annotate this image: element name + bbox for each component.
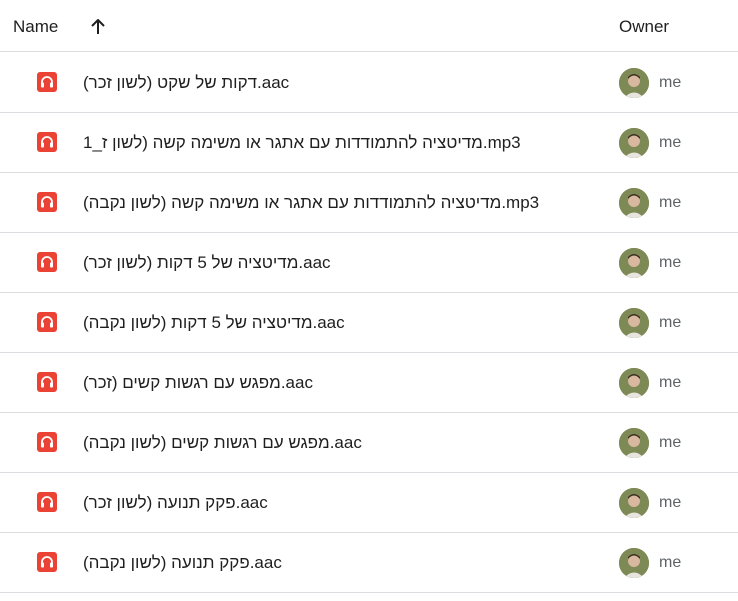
headphones-icon bbox=[37, 252, 57, 272]
headphones-icon bbox=[37, 192, 57, 212]
file-row[interactable]: מפגש עם רגשות קשים (לשון נקבה).aac me bbox=[0, 413, 738, 473]
avatar bbox=[619, 548, 649, 578]
file-name[interactable]: מדיטציה של 5 דקות (לשון זכר).aac bbox=[83, 252, 331, 274]
file-row[interactable]: מפגש עם רגשות קשים (זכר).aac me bbox=[0, 353, 738, 413]
file-name[interactable]: מדיטציה להתמודדות עם אתגר או משימה קשה (… bbox=[83, 132, 521, 154]
headphones-icon bbox=[37, 432, 57, 452]
file-row[interactable]: פקק תנועה (לשון נקבה).aac me bbox=[0, 533, 738, 593]
arrow-up-icon[interactable] bbox=[87, 16, 109, 38]
file-name[interactable]: מדיטציה של 5 דקות (לשון נקבה).aac bbox=[83, 312, 345, 334]
owner-label: me bbox=[659, 74, 682, 91]
file-row[interactable]: דקות של שקט (לשון זכר).aac me bbox=[0, 53, 738, 113]
headphones-icon bbox=[37, 312, 57, 332]
file-row[interactable]: פקק תנועה (לשון זכר).aac me bbox=[0, 473, 738, 533]
avatar bbox=[619, 68, 649, 98]
file-name[interactable]: מפגש עם רגשות קשים (לשון נקבה).aac bbox=[83, 432, 362, 454]
avatar bbox=[619, 248, 649, 278]
avatar bbox=[619, 428, 649, 458]
headphones-icon bbox=[37, 132, 57, 152]
avatar bbox=[619, 368, 649, 398]
file-row[interactable]: מדיטציה של 5 דקות (לשון נקבה).aac me bbox=[0, 293, 738, 353]
owner-label: me bbox=[659, 254, 682, 271]
file-name[interactable]: מדיטציה להתמודדות עם אתגר או משימה קשה (… bbox=[83, 192, 539, 214]
file-name[interactable]: פקק תנועה (לשון נקבה).aac bbox=[83, 552, 282, 574]
column-header-name[interactable]: Name bbox=[13, 17, 58, 37]
avatar bbox=[619, 128, 649, 158]
headphones-icon bbox=[37, 72, 57, 92]
owner-label: me bbox=[659, 434, 682, 451]
owner-label: me bbox=[659, 494, 682, 511]
file-row[interactable]: מדיטציה של 5 דקות (לשון זכר).aac me bbox=[0, 233, 738, 293]
headphones-icon bbox=[37, 372, 57, 392]
avatar bbox=[619, 488, 649, 518]
column-header-owner[interactable]: Owner bbox=[619, 17, 669, 37]
file-name[interactable]: פקק תנועה (לשון זכר).aac bbox=[83, 492, 268, 514]
file-name[interactable]: דקות של שקט (לשון זכר).aac bbox=[83, 72, 289, 94]
avatar bbox=[619, 308, 649, 338]
headphones-icon bbox=[37, 552, 57, 572]
owner-label: me bbox=[659, 374, 682, 391]
headphones-icon bbox=[37, 492, 57, 512]
file-list-header: Name Owner bbox=[0, 0, 738, 52]
file-row[interactable]: מדיטציה להתמודדות עם אתגר או משימה קשה (… bbox=[0, 173, 738, 233]
owner-label: me bbox=[659, 194, 682, 211]
file-name[interactable]: מפגש עם רגשות קשים (זכר).aac bbox=[83, 372, 313, 394]
owner-label: me bbox=[659, 314, 682, 331]
file-list: דקות של שקט (לשון זכר).aac me מדיטציה לה… bbox=[0, 53, 738, 593]
owner-label: me bbox=[659, 554, 682, 571]
file-row[interactable]: מדיטציה להתמודדות עם אתגר או משימה קשה (… bbox=[0, 113, 738, 173]
owner-label: me bbox=[659, 134, 682, 151]
avatar bbox=[619, 188, 649, 218]
